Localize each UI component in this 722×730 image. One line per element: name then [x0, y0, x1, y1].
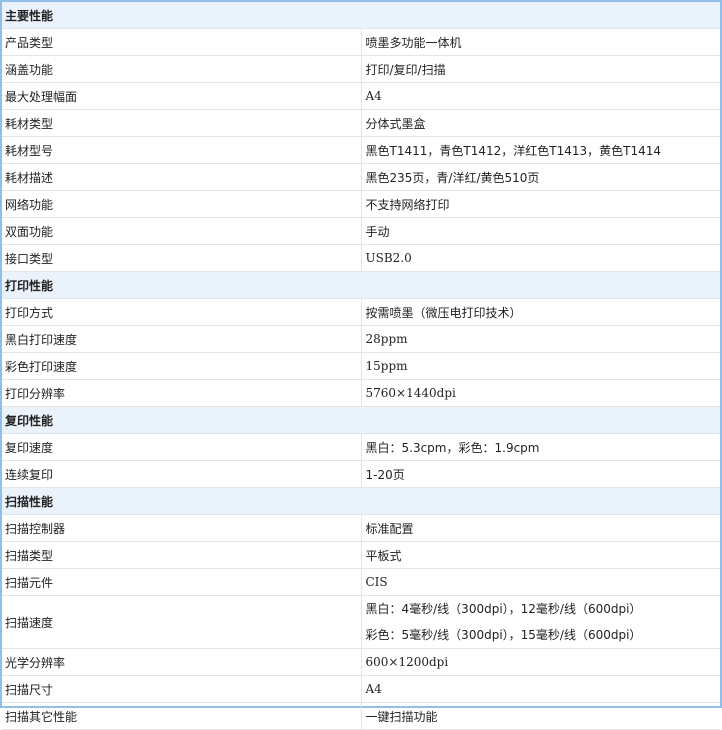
row-label: 扫描类型: [2, 541, 362, 569]
section-header: 打印性能: [2, 271, 720, 299]
row-label: 最大处理幅面: [2, 82, 362, 110]
table-row: 耗材型号 黑色T1411，青色T1412，洋红色T1413，黄色T1414: [2, 136, 720, 164]
row-label: 连续复印: [2, 460, 362, 488]
row-label: 打印方式: [2, 298, 362, 326]
table-row: 扫描尺寸 A4: [2, 675, 720, 703]
table-row: 最大处理幅面 A4: [2, 82, 720, 110]
row-label: 光学分辨率: [2, 648, 362, 676]
table-row: 彩色打印速度 15ppm: [2, 352, 720, 380]
spec-table-frame: 主要性能 产品类型 喷墨多功能一体机 涵盖功能 打印/复印/扫描 最大处理幅面 A4 …: [0, 0, 722, 730]
table-row: 复印速度 黑白：5.3cpm，彩色：1.9cpm: [2, 433, 720, 461]
row-value: 一键扫描功能: [361, 702, 720, 730]
row-value: USB2.0: [361, 244, 720, 272]
section-title: 复印性能: [2, 406, 720, 434]
row-value-line: 黑白：4毫秒/线（300dpi），12毫秒/线（600dpi）: [365, 602, 642, 616]
row-label: 产品类型: [2, 28, 362, 56]
table-row: 产品类型 喷墨多功能一体机: [2, 28, 720, 56]
section-header: 复印性能: [2, 406, 720, 434]
table-row: 涵盖功能 打印/复印/扫描: [2, 55, 720, 83]
table-row: 耗材描述 黑色235页，青/洋红/黄色510页: [2, 163, 720, 191]
row-value: CIS: [361, 568, 720, 596]
row-value: 1-20页: [361, 460, 720, 488]
row-value: 不支持网络打印: [361, 190, 720, 218]
row-value: 28ppm: [361, 325, 720, 353]
row-value: 喷墨多功能一体机: [361, 28, 720, 56]
row-label: 扫描尺寸: [2, 675, 362, 703]
row-value: 600×1200dpi: [361, 648, 720, 676]
section-title: 打印性能: [2, 271, 720, 299]
row-value: 打印/复印/扫描: [361, 55, 720, 83]
section-header: 主要性能: [2, 2, 720, 29]
table-row: 接口类型 USB2.0: [2, 244, 720, 272]
row-value: 标准配置: [361, 514, 720, 542]
row-label: 彩色打印速度: [2, 352, 362, 380]
row-label: 双面功能: [2, 217, 362, 245]
row-value-multiline: 黑白：4毫秒/线（300dpi），12毫秒/线（600dpi） 彩色：5毫秒/线…: [361, 595, 720, 649]
section-header: 扫描性能: [2, 487, 720, 515]
table-row: 双面功能 手动: [2, 217, 720, 245]
section-title: 主要性能: [2, 2, 720, 29]
table-row: 扫描控制器 标准配置: [2, 514, 720, 542]
row-label: 接口类型: [2, 244, 362, 272]
table-row: 网络功能 不支持网络打印: [2, 190, 720, 218]
table-row: 打印分辨率 5760×1440dpi: [2, 379, 720, 407]
row-value: 平板式: [361, 541, 720, 569]
row-label: 打印分辨率: [2, 379, 362, 407]
row-label: 耗材描述: [2, 163, 362, 191]
row-value: A4: [361, 82, 720, 110]
row-label: 复印速度: [2, 433, 362, 461]
table-row: 扫描类型 平板式: [2, 541, 720, 569]
section-title: 扫描性能: [2, 487, 720, 515]
row-value: 按需喷墨（微压电打印技术）: [361, 298, 720, 326]
row-label: 扫描控制器: [2, 514, 362, 542]
row-label: 扫描元件: [2, 568, 362, 596]
table-row: 连续复印 1-20页: [2, 460, 720, 488]
table-row: 扫描其它性能 一键扫描功能: [2, 702, 720, 730]
row-label: 耗材型号: [2, 136, 362, 164]
row-label: 网络功能: [2, 190, 362, 218]
row-value: 5760×1440dpi: [361, 379, 720, 407]
table-row: 扫描元件 CIS: [2, 568, 720, 596]
row-value: 分体式墨盒: [361, 109, 720, 137]
table-row: 扫描速度 黑白：4毫秒/线（300dpi），12毫秒/线（600dpi） 彩色：…: [2, 595, 720, 649]
row-value-line: 彩色：5毫秒/线（300dpi），15毫秒/线（600dpi）: [365, 628, 642, 642]
row-value: A4: [361, 675, 720, 703]
row-label: 扫描其它性能: [2, 702, 362, 730]
table-row: 黑白打印速度 28ppm: [2, 325, 720, 353]
table-row: 耗材类型 分体式墨盒: [2, 109, 720, 137]
table-row: 打印方式 按需喷墨（微压电打印技术）: [2, 298, 720, 326]
row-value: 15ppm: [361, 352, 720, 380]
row-value: 黑色T1411，青色T1412，洋红色T1413，黄色T1414: [361, 136, 720, 164]
spec-table: 主要性能 产品类型 喷墨多功能一体机 涵盖功能 打印/复印/扫描 最大处理幅面 A4 …: [2, 2, 720, 730]
row-label: 涵盖功能: [2, 55, 362, 83]
row-value: 黑色235页，青/洋红/黄色510页: [361, 163, 720, 191]
row-value: 黑白：5.3cpm，彩色：1.9cpm: [361, 433, 720, 461]
row-label: 耗材类型: [2, 109, 362, 137]
row-value: 手动: [361, 217, 720, 245]
table-row: 光学分辨率 600×1200dpi: [2, 648, 720, 676]
row-label: 扫描速度: [2, 595, 362, 649]
row-label: 黑白打印速度: [2, 325, 362, 353]
